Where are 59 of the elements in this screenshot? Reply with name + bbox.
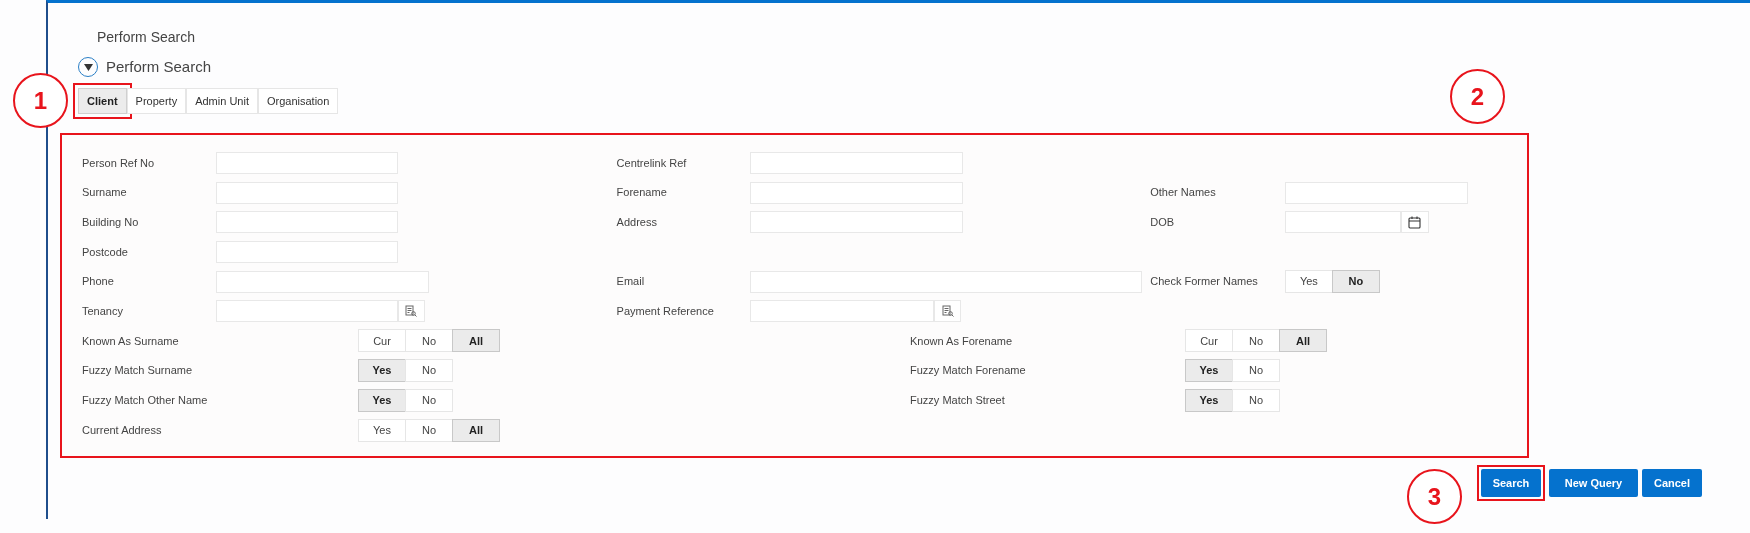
toggle-option[interactable]: No <box>1232 329 1280 353</box>
page-title: Perform Search <box>97 29 196 45</box>
toggle-option[interactable]: All <box>1279 329 1327 353</box>
toggle-option[interactable]: No <box>405 359 453 383</box>
field-label: Fuzzy Match Other Name <box>82 393 208 409</box>
field-label: Payment Reference <box>616 304 714 320</box>
toggle-option[interactable]: Yes <box>358 388 406 412</box>
callout-number: 2 <box>1450 69 1505 124</box>
section-title: Perform Search <box>106 56 212 77</box>
field-label: Check Former Names <box>1150 274 1258 290</box>
field-label: Tenancy <box>82 304 123 320</box>
tab[interactable]: Property <box>126 88 187 114</box>
toggle-option[interactable]: All <box>452 329 500 353</box>
lookup-button[interactable] <box>934 300 962 323</box>
callout-number: 1 <box>13 73 68 128</box>
toggle-option[interactable]: Yes <box>1185 359 1233 383</box>
tab[interactable]: Admin Unit <box>186 88 258 114</box>
field-label: Forename <box>616 185 667 201</box>
field-label: Other Names <box>1150 185 1216 201</box>
field-label: Person Ref No <box>82 155 155 171</box>
action-button[interactable]: Search <box>1481 469 1541 497</box>
action-button[interactable]: Cancel <box>1642 469 1702 497</box>
toggle-option[interactable]: No <box>405 388 453 412</box>
toggle-option[interactable]: Yes <box>358 418 406 442</box>
toggle-option[interactable]: No <box>1331 270 1380 294</box>
field-label: Fuzzy Match Street <box>910 393 1005 409</box>
field-label: Centrelink Ref <box>616 155 687 171</box>
action-button[interactable]: New Query <box>1549 469 1638 497</box>
toggle-option[interactable]: No <box>1232 359 1280 383</box>
field-label: Address <box>616 214 657 230</box>
field-label: Postcode <box>82 244 128 260</box>
toggle-option[interactable]: Yes <box>358 359 406 383</box>
calendar-icon <box>1408 215 1422 229</box>
field-label: Current Address <box>82 422 162 438</box>
field-label: Building No <box>82 214 139 230</box>
lookup-button[interactable] <box>397 300 425 323</box>
field-label: Fuzzy Match Surname <box>82 363 193 379</box>
field-label: Surname <box>82 185 127 201</box>
tab[interactable]: Organisation <box>257 88 339 114</box>
toggle-option[interactable]: No <box>1232 388 1280 412</box>
field-label: Known As Surname <box>82 333 179 349</box>
toggle-option[interactable]: Cur <box>358 329 406 353</box>
field-label: Fuzzy Match Forename <box>910 363 1026 379</box>
toggle-option[interactable]: Yes <box>1185 388 1233 412</box>
tab[interactable]: Client <box>78 88 127 114</box>
field-label: Email <box>616 274 645 290</box>
toggle-option[interactable]: All <box>452 418 500 442</box>
list-search-icon <box>941 305 954 318</box>
toggle-option[interactable]: Cur <box>1185 329 1233 353</box>
callout-number: 3 <box>1407 469 1462 524</box>
field-label: Known As Forename <box>910 333 1013 349</box>
toggle-option[interactable]: No <box>405 329 453 353</box>
field-label: DOB <box>1150 214 1175 230</box>
date-picker-button[interactable] <box>1400 211 1429 234</box>
list-search-icon <box>405 305 418 318</box>
field-label: Phone <box>82 274 114 290</box>
caret-icon <box>83 63 93 71</box>
toggle-option[interactable]: Yes <box>1284 270 1333 294</box>
toggle-option[interactable]: No <box>405 418 453 442</box>
